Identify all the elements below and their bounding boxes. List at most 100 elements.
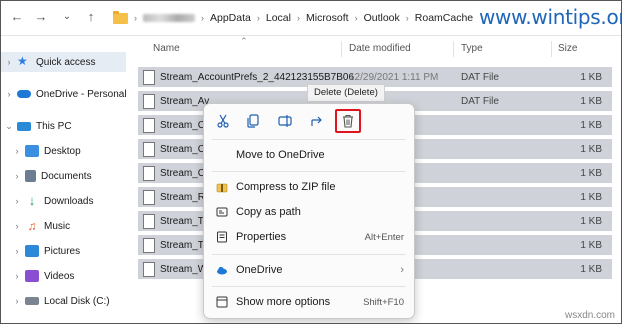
cut-button[interactable] (210, 110, 236, 132)
share-button[interactable] (304, 110, 330, 132)
zip-folder-icon (216, 181, 228, 193)
column-header-type[interactable]: Type (461, 43, 483, 54)
sidebar-item-downloads[interactable]: › ↓ Downloads (9, 191, 94, 211)
pc-icon (17, 121, 31, 131)
breadcrumb-item[interactable]: Local (266, 12, 291, 24)
breadcrumb-separator: › (354, 13, 358, 23)
sidebar-item-quick-access[interactable]: › ★ Quick access (1, 52, 126, 72)
column-header-name[interactable]: Name (153, 43, 180, 54)
file-icon (143, 117, 155, 133)
file-explorer-window: ← → ⌄ ↑ › › AppData › Local › Microsoft … (0, 0, 622, 324)
file-size: 1 KB (580, 71, 602, 83)
downloads-icon: ↓ (28, 193, 36, 208)
sidebar-item-documents[interactable]: › Documents (9, 166, 92, 186)
rename-button[interactable] (272, 110, 298, 132)
sidebar-item-label: Local Disk (C:) (44, 295, 110, 307)
sidebar-item-this-pc[interactable]: ⌄ This PC (1, 116, 71, 136)
sidebar-item-desktop[interactable]: › Desktop (9, 141, 81, 161)
sidebar-item-local-disk[interactable]: › Local Disk (C:) (9, 291, 110, 311)
menu-item-label: Copy as path (236, 206, 301, 218)
column-divider[interactable] (453, 41, 454, 57)
chevron-right-icon[interactable]: › (9, 171, 25, 181)
column-divider[interactable] (551, 41, 552, 57)
menu-item-show-more-options[interactable]: Show more options Shift+F10 (204, 291, 414, 313)
menu-item-onedrive[interactable]: OneDrive › (204, 259, 414, 281)
sidebar-item-label: Music (44, 220, 71, 232)
file-icon (143, 189, 155, 205)
menu-item-move-to-onedrive[interactable]: Move to OneDrive (204, 144, 414, 166)
chevron-right-icon[interactable]: › (9, 296, 25, 306)
breadcrumb-separator: › (256, 13, 260, 23)
breadcrumb-item[interactable]: RoamCache (415, 12, 473, 24)
forward-arrow-icon[interactable]: → (33, 9, 49, 25)
breadcrumb-separator: › (201, 13, 204, 23)
navigation-pane: › ★ Quick access › OneDrive - Personal ⌄… (1, 36, 133, 323)
chevron-right-icon[interactable]: › (9, 246, 25, 256)
star-icon: ★ (17, 54, 28, 68)
file-icon (143, 141, 155, 157)
sidebar-item-label: Downloads (44, 195, 94, 207)
share-icon (311, 116, 322, 126)
menu-item-label: Show more options (236, 296, 331, 308)
rename-icon (278, 115, 292, 127)
breadcrumb-item[interactable]: Outlook (364, 12, 400, 24)
chevron-right-icon[interactable]: › (9, 271, 25, 281)
menu-divider (212, 139, 406, 140)
up-arrow-icon[interactable]: ↑ (83, 9, 99, 25)
column-header-date[interactable]: Date modified (349, 43, 411, 54)
file-icon (143, 261, 155, 277)
file-name: Stream_AccountPrefs_2_442123155B7B06 (160, 71, 355, 83)
file-size: 1 KB (580, 119, 602, 131)
file-name: Stream_Av (160, 95, 210, 107)
pictures-icon (25, 245, 39, 257)
file-size: 1 KB (580, 263, 602, 275)
menu-item-compress-zip[interactable]: Compress to ZIP file (204, 176, 414, 198)
sidebar-item-videos[interactable]: › Videos (9, 266, 74, 286)
videos-icon (25, 270, 39, 282)
menu-divider (212, 254, 406, 255)
file-icon (143, 165, 155, 181)
file-icon (143, 237, 155, 253)
menu-item-properties[interactable]: Properties Alt+Enter (204, 226, 414, 248)
menu-item-copy-as-path[interactable]: Copy as path (204, 201, 414, 223)
recent-chevron-icon[interactable]: ⌄ (59, 9, 75, 25)
sidebar-item-label: Quick access (36, 56, 96, 68)
chevron-right-icon[interactable]: › (1, 57, 17, 67)
file-size: 1 KB (580, 95, 602, 107)
breadcrumb-item[interactable]: Microsoft (306, 12, 349, 24)
sidebar-item-onedrive[interactable]: › OneDrive - Personal (1, 84, 127, 104)
chevron-right-icon[interactable]: › (9, 196, 25, 206)
sidebar-item-label: Documents (41, 170, 92, 182)
sidebar-item-label: Pictures (44, 245, 81, 257)
sidebar-item-music[interactable]: › ♫ Music (9, 216, 71, 236)
file-size: 1 KB (580, 215, 602, 227)
back-arrow-icon[interactable]: ← (9, 9, 25, 25)
file-size: 1 KB (580, 143, 602, 155)
sidebar-item-label: Videos (44, 270, 75, 282)
file-icon (143, 93, 155, 109)
chevron-right-icon[interactable]: › (1, 89, 17, 99)
context-menu: Move to OneDrive Compress to ZIP file Co… (203, 103, 415, 319)
chevron-down-icon[interactable]: ⌄ (1, 121, 17, 132)
breadcrumb[interactable]: › › AppData › Local › Microsoft › Outloo… (113, 9, 473, 27)
breadcrumb-item[interactable]: AppData (210, 12, 251, 24)
column-header-size[interactable]: Size (558, 43, 577, 54)
menu-item-label: Compress to ZIP file (236, 181, 336, 193)
sort-ascending-icon: ⌃ (240, 36, 248, 46)
file-type: DAT File (461, 95, 499, 107)
breadcrumb-separator: › (405, 13, 409, 23)
folder-icon (113, 10, 128, 24)
delete-button[interactable] (335, 109, 361, 133)
sidebar-item-label: OneDrive - Personal (36, 88, 127, 100)
corner-watermark: wsxdn.com (564, 310, 615, 321)
sidebar-item-pictures[interactable]: › Pictures (9, 241, 80, 261)
column-divider[interactable] (341, 41, 342, 57)
file-date: 12/29/2021 1:11 PM (349, 71, 439, 83)
chevron-right-icon[interactable]: › (9, 146, 25, 156)
desktop-icon (25, 145, 39, 157)
chevron-right-icon[interactable]: › (9, 221, 25, 231)
file-icon (143, 213, 155, 229)
breadcrumb-separator: › (296, 13, 300, 23)
address-bar: ← → ⌄ ↑ › › AppData › Local › Microsoft … (1, 1, 621, 36)
copy-button[interactable] (240, 110, 266, 132)
